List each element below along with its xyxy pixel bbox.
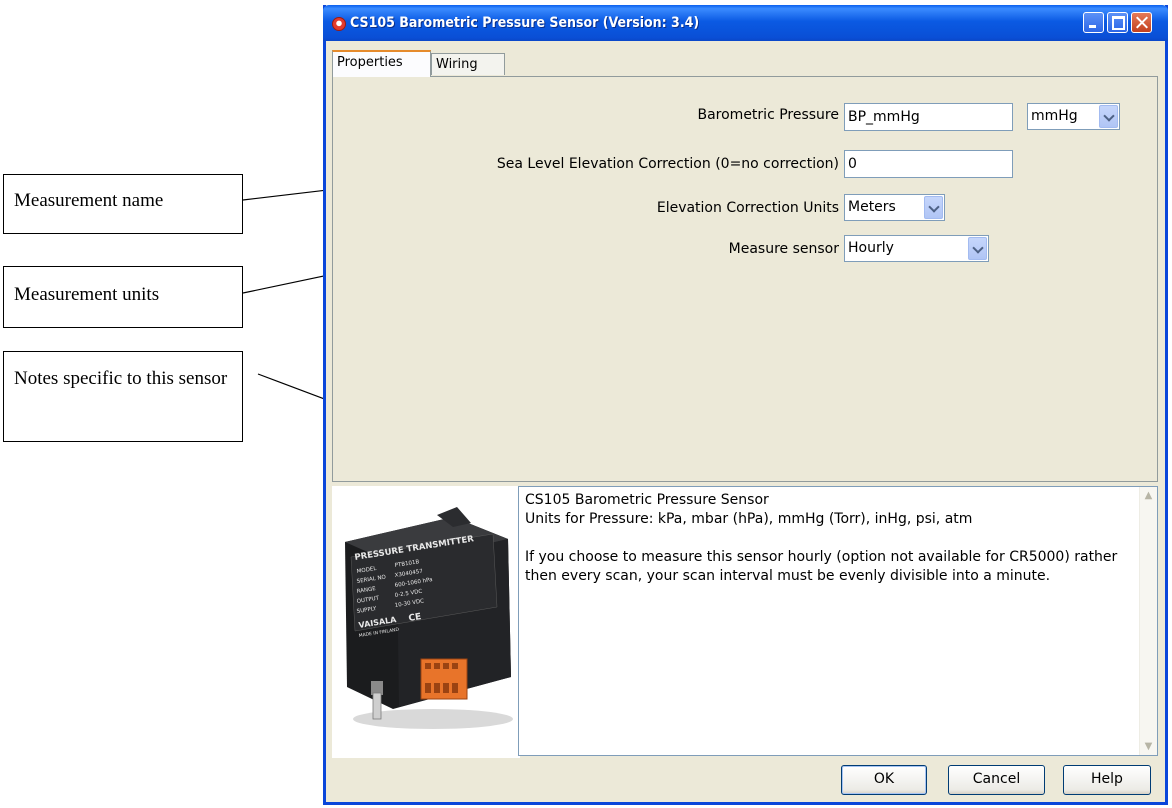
properties-panel: Barometric Pressure BP_mmHg mmHg Sea Lev… [332,76,1158,482]
elevation-units-label: Elevation Correction Units [656,200,839,216]
tab-properties[interactable]: Properties [332,50,431,77]
photo-ce-mark: CE [408,612,422,624]
elevation-units-select[interactable]: Meters [844,194,945,221]
app-icon[interactable] [332,17,346,31]
pressure-name-input[interactable]: BP_mmHg [844,103,1013,131]
scroll-down-arrow-icon[interactable]: ▼ [1141,739,1156,754]
notes-measure-info: If you choose to measure this sensor hou… [525,549,1118,584]
notes-title: CS105 Barometric Pressure Sensor [525,492,769,508]
pressure-units-select[interactable]: mmHg [1027,103,1120,130]
chevron-down-icon[interactable] [924,196,943,219]
scroll-up-arrow-icon[interactable]: ▲ [1141,488,1156,503]
measure-label: Measure sensor [728,241,839,257]
callout-measurement-units: Measurement units [3,266,243,328]
title-bar[interactable]: CS105 Barometric Pressure Sensor (Versio… [323,5,1168,41]
pressure-label: Barometric Pressure [697,107,839,123]
measure-value: Hourly [848,240,894,256]
pressure-units-value: mmHg [1031,108,1078,124]
elevation-label: Sea Level Elevation Correction (0=no cor… [496,156,839,172]
sensor-notes[interactable]: CS105 Barometric Pressure Sensor Units f… [518,486,1158,756]
chevron-down-icon[interactable] [968,237,987,260]
measure-select[interactable]: Hourly [844,235,989,262]
tab-wiring[interactable]: Wiring [431,53,505,75]
cancel-button[interactable]: Cancel [948,765,1045,795]
notes-scrollbar[interactable]: ▲ ▼ [1139,487,1157,755]
window-title: CS105 Barometric Pressure Sensor (Versio… [350,15,700,31]
help-button[interactable]: Help [1063,765,1151,795]
sensor-dialog: CS105 Barometric Pressure Sensor (Versio… [323,5,1168,805]
close-button[interactable] [1131,12,1152,33]
ok-button[interactable]: OK [841,765,927,795]
elevation-units-value: Meters [848,199,896,215]
notes-units: Units for Pressure: kPa, mbar (hPa), mmH… [525,511,973,527]
chevron-down-icon[interactable] [1099,105,1118,128]
maximize-button[interactable] [1107,12,1128,33]
minimize-button[interactable] [1083,12,1104,33]
elevation-input[interactable]: 0 [844,150,1013,178]
callout-notes: Notes specific to this sensor [3,351,243,442]
callout-measurement-name: Measurement name [3,174,243,234]
sensor-photo: PRESSURE TRANSMITTER MODEL PTB101B SERIA… [345,507,513,729]
sensor-image: PRESSURE TRANSMITTER MODEL PTB101B SERIA… [332,486,520,758]
